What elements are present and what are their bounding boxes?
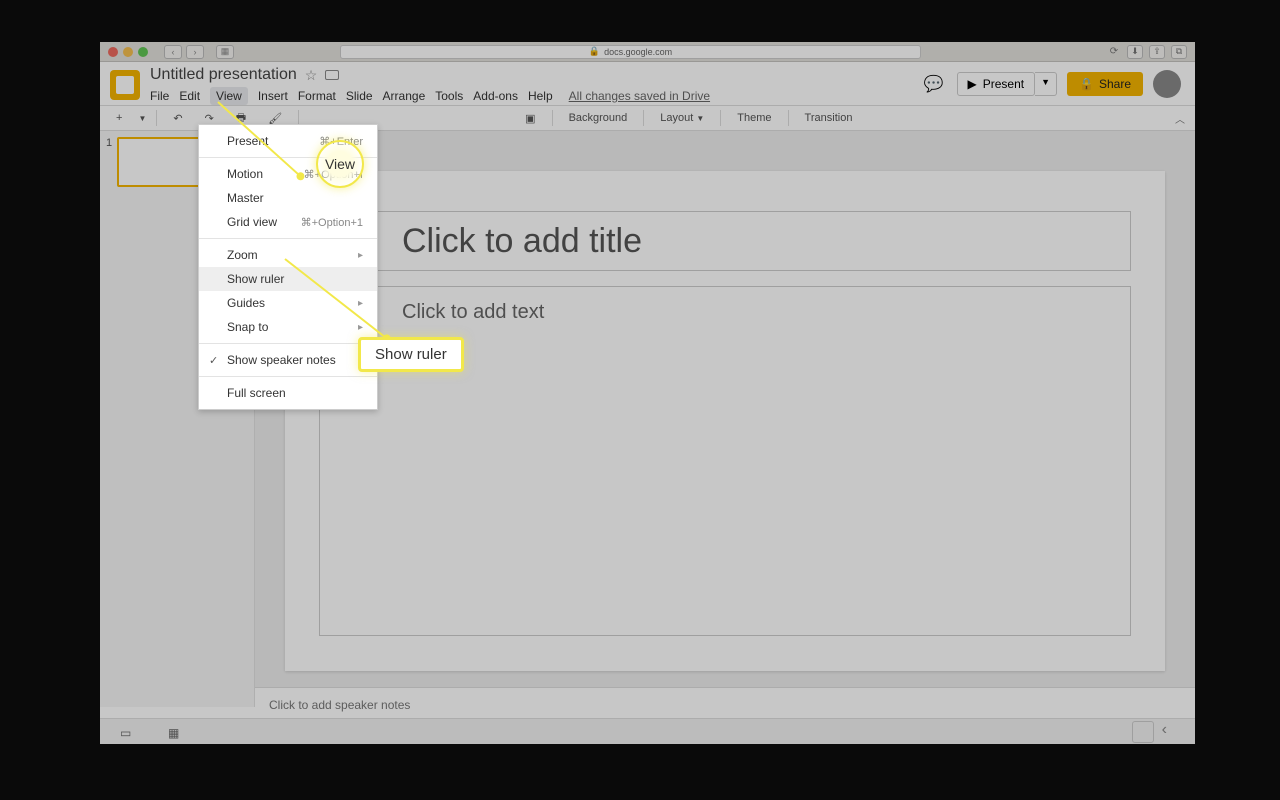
reload-button[interactable]: ⟳ xyxy=(1107,45,1121,59)
menu-item-label: Full screen xyxy=(227,386,286,400)
forward-button[interactable]: › xyxy=(186,45,204,59)
menu-item-label: Show speaker notes xyxy=(227,353,336,367)
share-label: Share xyxy=(1099,77,1131,91)
chevron-left-icon[interactable]: ‹ xyxy=(1162,721,1167,743)
menu-file[interactable]: File xyxy=(150,89,169,103)
account-avatar[interactable] xyxy=(1153,70,1181,98)
menu-item-label: Snap to xyxy=(227,320,268,334)
menu-arrange[interactable]: Arrange xyxy=(383,89,426,103)
callout-show-ruler: Show ruler xyxy=(358,337,464,372)
menu-item-label: Motion xyxy=(227,167,263,181)
document-title[interactable]: Untitled presentation xyxy=(150,66,297,84)
background-button[interactable]: Background xyxy=(563,110,634,126)
menu-help[interactable]: Help xyxy=(528,89,553,103)
menu-item-label: Zoom xyxy=(227,248,258,262)
download-icon[interactable]: ⬇ xyxy=(1127,45,1143,59)
browser-chrome: ‹ › ▦ 🔒 docs.google.com ⟳ ⬇ ⇪ ⧉ xyxy=(100,42,1195,62)
title-placeholder[interactable]: Click to add title xyxy=(319,211,1131,271)
tabs-icon[interactable]: ⧉ xyxy=(1171,45,1187,59)
menu-edit[interactable]: Edit xyxy=(179,89,200,103)
menu-item-label: Grid view xyxy=(227,215,277,229)
save-status[interactable]: All changes saved in Drive xyxy=(569,89,710,103)
grid-view-icon[interactable]: ▦ xyxy=(168,726,186,738)
menu-format[interactable]: Format xyxy=(298,89,336,103)
theme-button[interactable]: Theme xyxy=(731,110,777,126)
menu-tools[interactable]: Tools xyxy=(435,89,463,103)
share-button[interactable]: 🔒 Share xyxy=(1067,72,1143,96)
lock-icon: 🔒 xyxy=(589,46,600,57)
menu-item-shortcut: ⌘+Option+1 xyxy=(301,216,363,229)
move-to-folder-icon[interactable] xyxy=(325,70,339,80)
maximize-window-icon[interactable] xyxy=(138,47,148,57)
filmstrip-view-icon[interactable]: ▭ xyxy=(120,726,138,738)
menu-separator xyxy=(199,343,377,344)
present-button[interactable]: ▶ Present xyxy=(957,72,1036,96)
share-icon[interactable]: ⇪ xyxy=(1149,45,1165,59)
transition-button[interactable]: Transition xyxy=(799,110,859,126)
minimize-window-icon[interactable] xyxy=(123,47,133,57)
menu-bar: File Edit View Insert Format Slide Arrange Tool… xyxy=(150,87,921,105)
url-text: docs.google.com xyxy=(604,47,672,57)
star-icon[interactable]: ☆ xyxy=(305,67,318,84)
layout-button[interactable]: Layout ▼ xyxy=(654,110,710,126)
menu-item-full-screen[interactable]: Full screen xyxy=(199,381,377,405)
menu-item-snap-to[interactable]: Snap to xyxy=(199,315,377,339)
menu-add-ons[interactable]: Add-ons xyxy=(473,89,518,103)
address-bar[interactable]: 🔒 docs.google.com xyxy=(340,45,921,59)
menu-item-label: Show ruler xyxy=(227,272,284,286)
present-dropdown-button[interactable]: ▼ xyxy=(1035,72,1057,96)
collapse-toolbar-icon[interactable]: ︿ xyxy=(1175,111,1185,126)
menu-view[interactable]: View xyxy=(210,87,248,105)
explore-button[interactable] xyxy=(1132,721,1154,743)
speaker-notes[interactable]: Click to add speaker notes xyxy=(255,687,1195,722)
menu-item-grid-view[interactable]: Grid view ⌘+Option+1 xyxy=(199,210,377,234)
new-slide-dropdown[interactable]: ▼ xyxy=(138,114,146,123)
lock-icon: 🔒 xyxy=(1079,77,1094,91)
menu-slide[interactable]: Slide xyxy=(346,89,373,103)
window-controls xyxy=(108,47,148,57)
close-window-icon[interactable] xyxy=(108,47,118,57)
menu-item-show-speaker-notes[interactable]: Show speaker notes xyxy=(199,348,377,372)
slide-canvas[interactable]: Click to add title Click to add text xyxy=(285,171,1165,671)
new-slide-button[interactable]: + xyxy=(110,110,128,126)
footer-bar: ▭ ▦ ‹ xyxy=(100,718,1195,744)
back-button[interactable]: ‹ xyxy=(164,45,182,59)
slide-thumbnail[interactable] xyxy=(117,137,202,187)
callout-view: View xyxy=(316,140,364,188)
undo-button[interactable]: ↶ xyxy=(167,110,188,127)
play-icon: ▶ xyxy=(968,77,977,91)
menu-item-show-ruler[interactable]: Show ruler xyxy=(199,267,377,291)
menu-item-label: Master xyxy=(227,191,264,205)
menu-item-master[interactable]: Master xyxy=(199,186,377,210)
comments-icon[interactable]: 💬 xyxy=(921,71,947,97)
menu-separator xyxy=(199,238,377,239)
menu-insert[interactable]: Insert xyxy=(258,89,288,103)
menu-item-label: Guides xyxy=(227,296,265,310)
slide-number: 1 xyxy=(106,137,112,187)
sidebar-toggle-icon[interactable]: ▦ xyxy=(216,45,234,59)
insert-image-button[interactable]: ▣ xyxy=(519,110,541,127)
app-header: Untitled presentation ☆ File Edit View Inse… xyxy=(100,62,1195,105)
present-label: Present xyxy=(983,77,1024,91)
menu-separator xyxy=(199,376,377,377)
slides-app-icon[interactable] xyxy=(110,70,140,100)
